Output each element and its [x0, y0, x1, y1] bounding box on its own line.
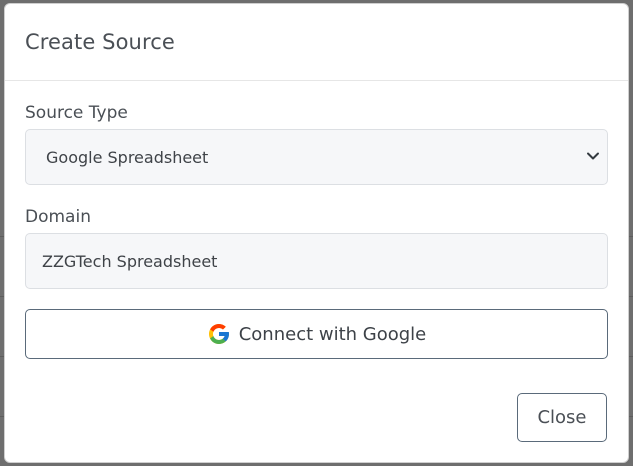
google-icon [208, 324, 229, 344]
close-button[interactable]: Close [517, 393, 607, 442]
connect-with-google-button[interactable]: Connect with Google [25, 309, 608, 359]
create-source-modal: Create Source Source Type Google Spreads… [4, 3, 629, 463]
domain-label: Domain [25, 207, 91, 227]
modal-header: Create Source [5, 4, 628, 81]
modal-body: Source Type Google Spreadsheet Domain ZZ… [5, 81, 628, 359]
connect-with-google-label: Connect with Google [238, 323, 427, 345]
source-type-select[interactable]: Google Spreadsheet [25, 129, 608, 185]
modal-title: Create Source [25, 30, 175, 54]
domain-input-value: ZZGTech Spreadsheet [42, 251, 218, 271]
modal-footer: Close [517, 393, 607, 442]
source-type-label: Source Type [25, 103, 128, 123]
chevron-down-icon [587, 152, 599, 160]
domain-input[interactable]: ZZGTech Spreadsheet [25, 233, 608, 289]
source-type-selected-value: Google Spreadsheet [46, 147, 209, 167]
